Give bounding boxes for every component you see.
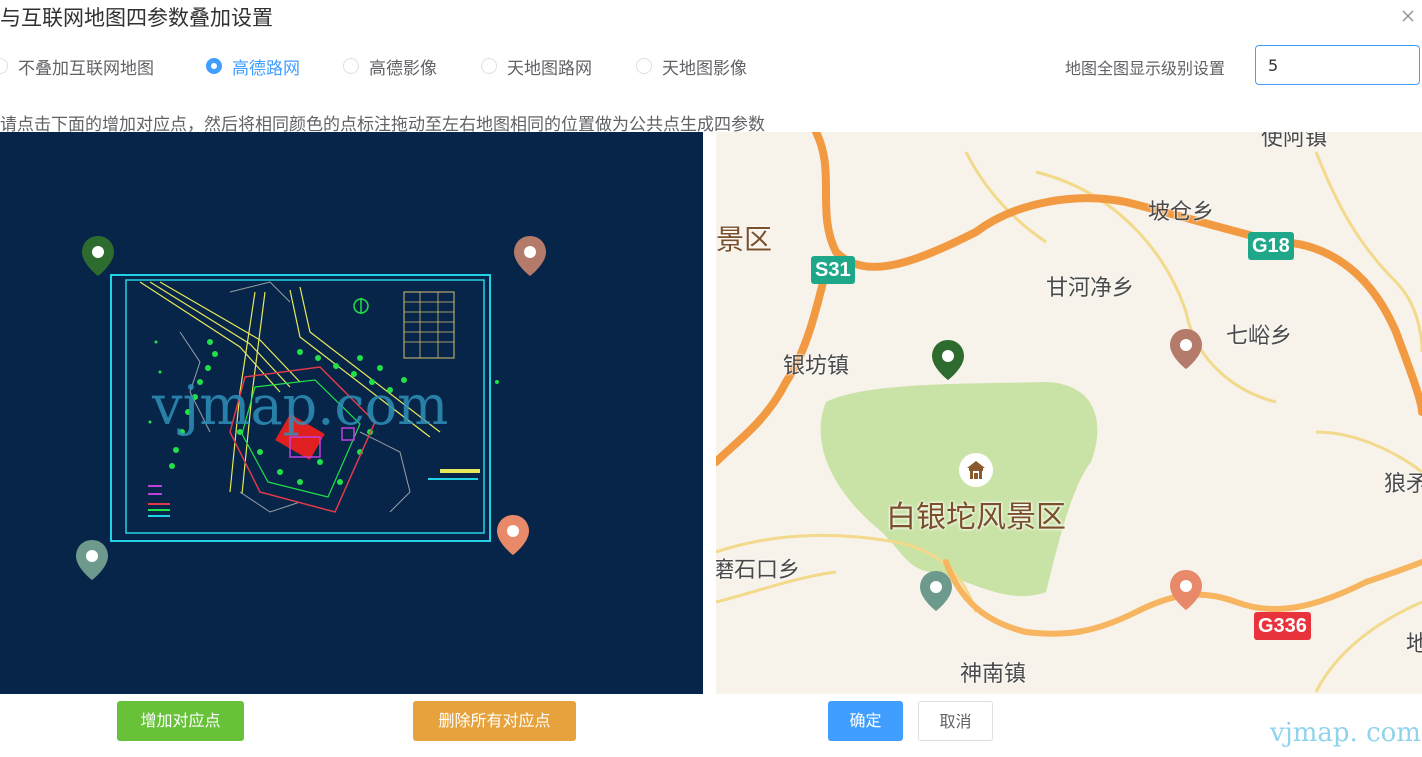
- radio-circle[interactable]: [636, 58, 652, 74]
- place-label: 神南镇: [960, 662, 1027, 687]
- cad-map-pane[interactable]: vjmap.com: [0, 132, 703, 694]
- delete-all-points-button[interactable]: 删除所有对应点: [413, 701, 576, 741]
- place-label: 使阿镇: [1261, 132, 1328, 151]
- radio-no-overlay[interactable]: 不叠加互联网地图: [0, 52, 154, 80]
- orange-marker-icon[interactable]: [495, 513, 531, 559]
- orange-marker-icon[interactable]: [1168, 568, 1204, 614]
- dialog-title: 与互联网地图四参数叠加设置: [0, 6, 273, 30]
- gray-green-marker-icon[interactable]: [74, 538, 110, 584]
- add-point-button[interactable]: 增加对应点: [117, 701, 244, 741]
- place-label: 坡仓乡: [1148, 200, 1215, 225]
- radio-tianditu-image[interactable]: 天地图影像: [636, 52, 747, 80]
- place-label: 七峪乡: [1226, 324, 1293, 349]
- zoom-level-input[interactable]: [1255, 45, 1420, 85]
- road-shield-s31: S31: [811, 256, 855, 284]
- place-label: 甘河净乡: [1046, 276, 1135, 301]
- scenic-area-label: 白银坨风景区: [886, 500, 1066, 535]
- green-marker-icon[interactable]: [80, 234, 116, 280]
- brown-marker-icon[interactable]: [512, 234, 548, 280]
- footer-watermark: vjmap. com: [1270, 718, 1421, 748]
- radio-circle[interactable]: [206, 58, 222, 74]
- radio-gaode-road[interactable]: 高德路网: [206, 52, 300, 80]
- brown-marker-icon[interactable]: [1168, 327, 1204, 373]
- place-label: 地: [1406, 632, 1422, 657]
- green-marker-icon[interactable]: [930, 338, 966, 384]
- place-label: 磨石口乡: [716, 558, 801, 583]
- cad-watermark: vjmap.com: [152, 374, 449, 437]
- radio-label: 高德路网: [232, 58, 300, 79]
- radio-label: 天地图路网: [507, 58, 592, 79]
- radio-circle[interactable]: [343, 58, 359, 74]
- place-label: 银坊镇: [783, 354, 850, 379]
- radio-circle[interactable]: [0, 58, 8, 74]
- web-map-background: [716, 132, 1422, 693]
- place-label: 景区: [716, 223, 773, 256]
- web-map-pane[interactable]: S31 G18 G336 坡仓乡 甘河净乡 七峪乡 银坊镇 白银坨风景区 磨石口…: [716, 132, 1422, 694]
- cancel-button[interactable]: 取消: [918, 701, 993, 741]
- radio-circle[interactable]: [481, 58, 497, 74]
- road-shield-g336: G336: [1254, 612, 1311, 640]
- confirm-button[interactable]: 确定: [828, 701, 903, 741]
- gray-green-marker-icon[interactable]: [918, 569, 954, 615]
- close-icon[interactable]: [1398, 6, 1418, 26]
- scenic-poi-icon[interactable]: [958, 452, 994, 488]
- place-label: 狼矛: [1384, 472, 1422, 497]
- zoom-level-label: 地图全图显示级别设置: [1065, 59, 1226, 78]
- radio-tianditu-road[interactable]: 天地图路网: [481, 52, 592, 80]
- radio-label: 高德影像: [369, 58, 437, 79]
- radio-label: 天地图影像: [662, 58, 747, 79]
- radio-label: 不叠加互联网地图: [18, 58, 154, 79]
- radio-gaode-image[interactable]: 高德影像: [343, 52, 437, 80]
- road-shield-g18: G18: [1248, 232, 1294, 260]
